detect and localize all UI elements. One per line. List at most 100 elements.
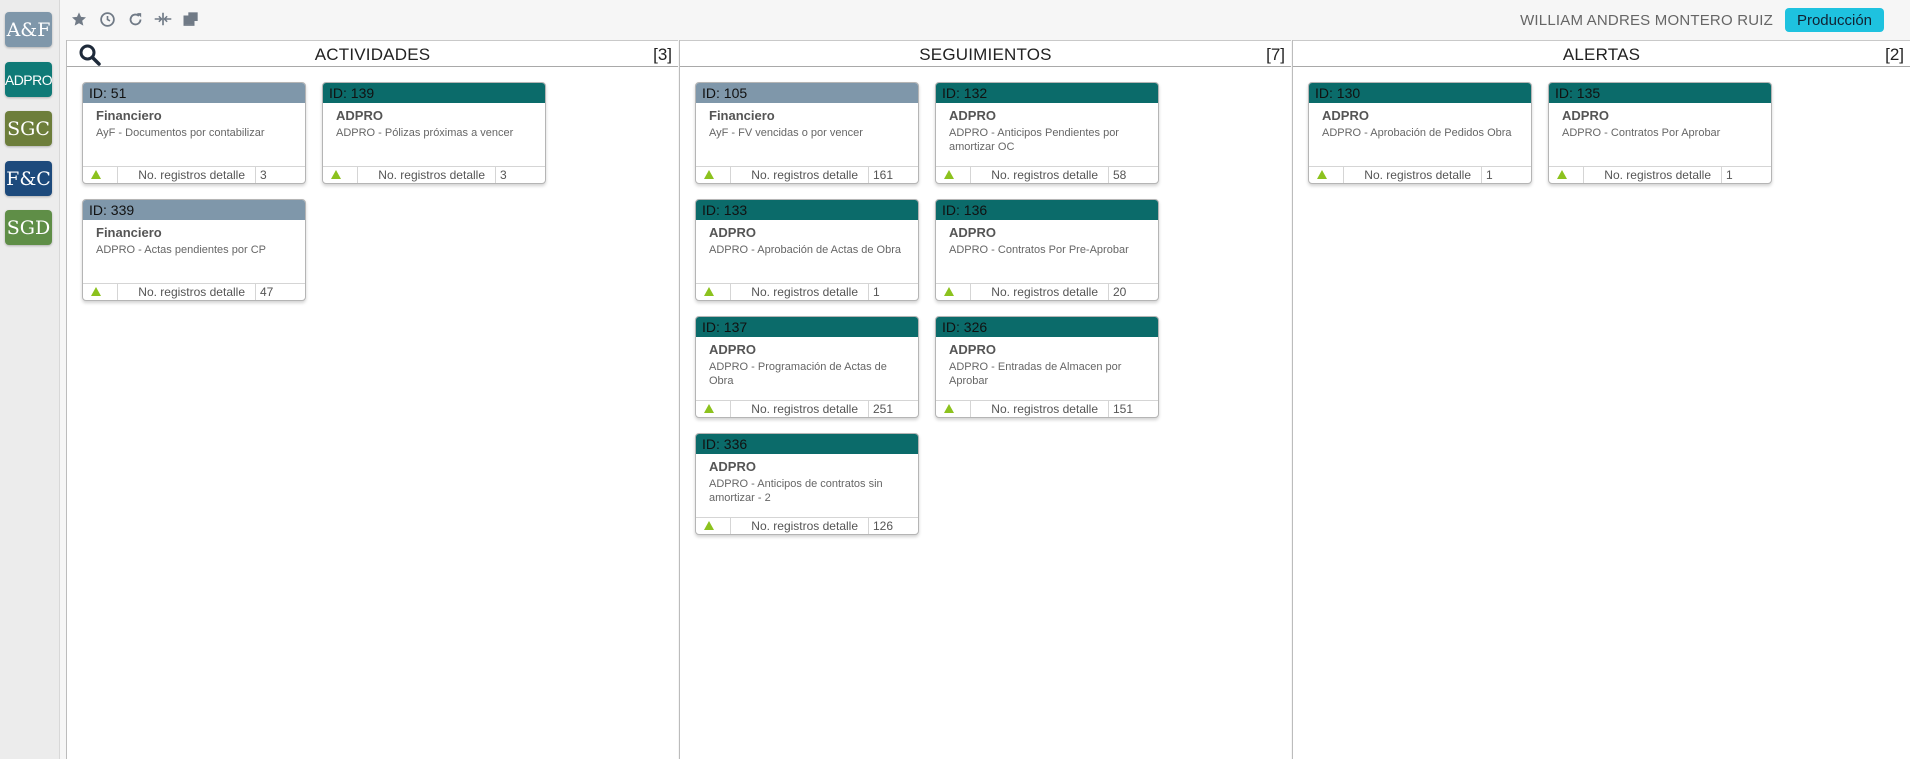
app-button-af[interactable]: A&F [5, 12, 52, 47]
card-description: AyF - FV vencidas o por vencer [709, 127, 863, 139]
app-button-fc[interactable]: F&C [5, 161, 52, 196]
expand-triangle-icon[interactable] [944, 170, 954, 179]
records-label: No. registros detalle [138, 285, 245, 299]
records-label: No. registros detalle [751, 402, 858, 416]
windows-icon[interactable] [182, 10, 200, 28]
task-card[interactable]: ID: 135 ADPRO ADPRO - Contratos Por Aproba… [1548, 82, 1772, 184]
task-card[interactable]: ID: 133 ADPRO ADPRO - Aprobación de Actas … [695, 199, 919, 301]
panel-header: ACTIVIDADES [3] [67, 40, 678, 67]
panel-count: [2] [1885, 45, 1904, 64]
footer-divider [868, 518, 869, 534]
panel-title: SEGUIMIENTOS [919, 45, 1052, 64]
panel-title: ACTIVIDADES [314, 45, 431, 64]
footer-divider [255, 167, 256, 183]
panel-title: ALERTAS [1562, 45, 1641, 64]
card-category: ADPRO [1562, 108, 1609, 123]
footer-divider [357, 167, 358, 183]
expand-triangle-icon[interactable] [704, 170, 714, 179]
footer-divider [1481, 167, 1482, 183]
card-id: ID: 326 [936, 317, 1158, 337]
records-count: 3 [500, 168, 507, 182]
expand-triangle-icon[interactable] [944, 404, 954, 413]
task-card[interactable]: ID: 137 ADPRO ADPRO - Programación de Acta… [695, 316, 919, 418]
records-label: No. registros detalle [751, 168, 858, 182]
app-button-sgd[interactable]: SGD [5, 210, 52, 245]
records-count: 58 [1113, 168, 1127, 182]
card-category: Financiero [709, 108, 775, 123]
records-label: No. registros detalle [1604, 168, 1711, 182]
panel-header: SEGUIMIENTOS [7] [680, 40, 1291, 67]
card-description: ADPRO - Aprobación de Pedidos Obra [1322, 127, 1512, 139]
card-category: ADPRO [949, 342, 996, 357]
task-card[interactable]: ID: 130 ADPRO ADPRO - Aprobación de Pedido… [1308, 82, 1532, 184]
footer-divider [1108, 284, 1109, 300]
task-card[interactable]: ID: 136 ADPRO ADPRO - Contratos Por Pre-Ap… [935, 199, 1159, 301]
expand-triangle-icon[interactable] [1317, 170, 1327, 179]
card-category: ADPRO [949, 225, 996, 240]
card-footer: No. registros detalle 20 [936, 283, 1158, 300]
records-count: 161 [873, 168, 894, 182]
footer-divider [1108, 401, 1109, 417]
panel-header: ALERTAS [2] [1293, 40, 1910, 67]
card-id: ID: 130 [1309, 83, 1531, 103]
task-card[interactable]: ID: 132 ADPRO ADPRO - Anticipos Pendientes… [935, 82, 1159, 184]
footer-divider [1343, 167, 1344, 183]
expand-triangle-icon[interactable] [704, 521, 714, 530]
app-button-adpro[interactable]: ADPRO [5, 62, 53, 97]
records-count: 1 [873, 285, 880, 299]
refresh-icon[interactable] [126, 10, 144, 28]
app-button-sgc[interactable]: SGC [5, 111, 52, 146]
footer-divider [730, 401, 731, 417]
card-category: Financiero [96, 225, 162, 240]
footer-divider [117, 284, 118, 300]
card-footer: No. registros detalle 1 [696, 283, 918, 300]
star-icon[interactable] [70, 10, 88, 28]
footer-divider [868, 401, 869, 417]
footer-divider [730, 518, 731, 534]
expand-triangle-icon[interactable] [331, 170, 341, 179]
card-category: ADPRO [709, 225, 756, 240]
footer-divider [1583, 167, 1584, 183]
expand-triangle-icon[interactable] [704, 404, 714, 413]
task-card[interactable]: ID: 105 Financiero AyF - FV vencidas o por… [695, 82, 919, 184]
task-card[interactable]: ID: 339 Financiero ADPRO - Actas pendiente… [82, 199, 306, 301]
card-description: ADPRO - Actas pendientes por CP [96, 244, 266, 256]
footer-divider [868, 284, 869, 300]
task-card[interactable]: ID: 326 ADPRO ADPRO - Entradas de Almacen … [935, 316, 1159, 418]
card-description: ADPRO - Entradas de Almacen por Aprobar [949, 361, 1122, 387]
card-footer: No. registros detalle 58 [936, 166, 1158, 183]
card-category: Financiero [96, 108, 162, 123]
records-label: No. registros detalle [991, 168, 1098, 182]
card-description: ADPRO - Anticipos de contratos sin amort… [709, 478, 883, 504]
history-icon[interactable] [98, 10, 116, 28]
card-description: ADPRO - Programación de Actas de Obra [709, 361, 887, 387]
environment-badge[interactable]: Producción [1785, 8, 1884, 32]
expand-triangle-icon[interactable] [91, 287, 101, 296]
expand-triangle-icon[interactable] [944, 287, 954, 296]
card-description: AyF - Documentos por contabilizar [96, 127, 265, 139]
expand-triangle-icon[interactable] [704, 287, 714, 296]
panel-seguimientos: SEGUIMIENTOS [7] ID: 105 Financiero AyF - FV… [679, 40, 1291, 759]
panel-actividades: ACTIVIDADES [3] ID: 51 Financiero AyF - Docu… [66, 40, 678, 759]
card-id: ID: 139 [323, 83, 545, 103]
task-card[interactable]: ID: 336 ADPRO ADPRO - Anticipos de contrat… [695, 433, 919, 535]
card-id: ID: 137 [696, 317, 918, 337]
task-card[interactable]: ID: 51 Financiero AyF - Documentos por con… [82, 82, 306, 184]
card-category: ADPRO [709, 459, 756, 474]
records-label: No. registros detalle [751, 285, 858, 299]
top-toolbar: WILLIAM ANDRES MONTERO RUIZ Producción [60, 0, 1910, 40]
records-label: No. registros detalle [991, 285, 1098, 299]
footer-divider [970, 401, 971, 417]
card-footer: No. registros detalle 161 [696, 166, 918, 183]
footer-divider [255, 284, 256, 300]
records-count: 1 [1726, 168, 1733, 182]
user-name: WILLIAM ANDRES MONTERO RUIZ [1520, 12, 1773, 29]
card-id: ID: 135 [1549, 83, 1771, 103]
expand-triangle-icon[interactable] [1557, 170, 1567, 179]
panel-count: [7] [1266, 45, 1285, 64]
task-card[interactable]: ID: 139 ADPRO ADPRO - Pólizas próximas a v… [322, 82, 546, 184]
records-count: 3 [260, 168, 267, 182]
expand-triangle-icon[interactable] [91, 170, 101, 179]
records-count: 1 [1486, 168, 1493, 182]
split-columns-icon[interactable] [154, 10, 172, 28]
